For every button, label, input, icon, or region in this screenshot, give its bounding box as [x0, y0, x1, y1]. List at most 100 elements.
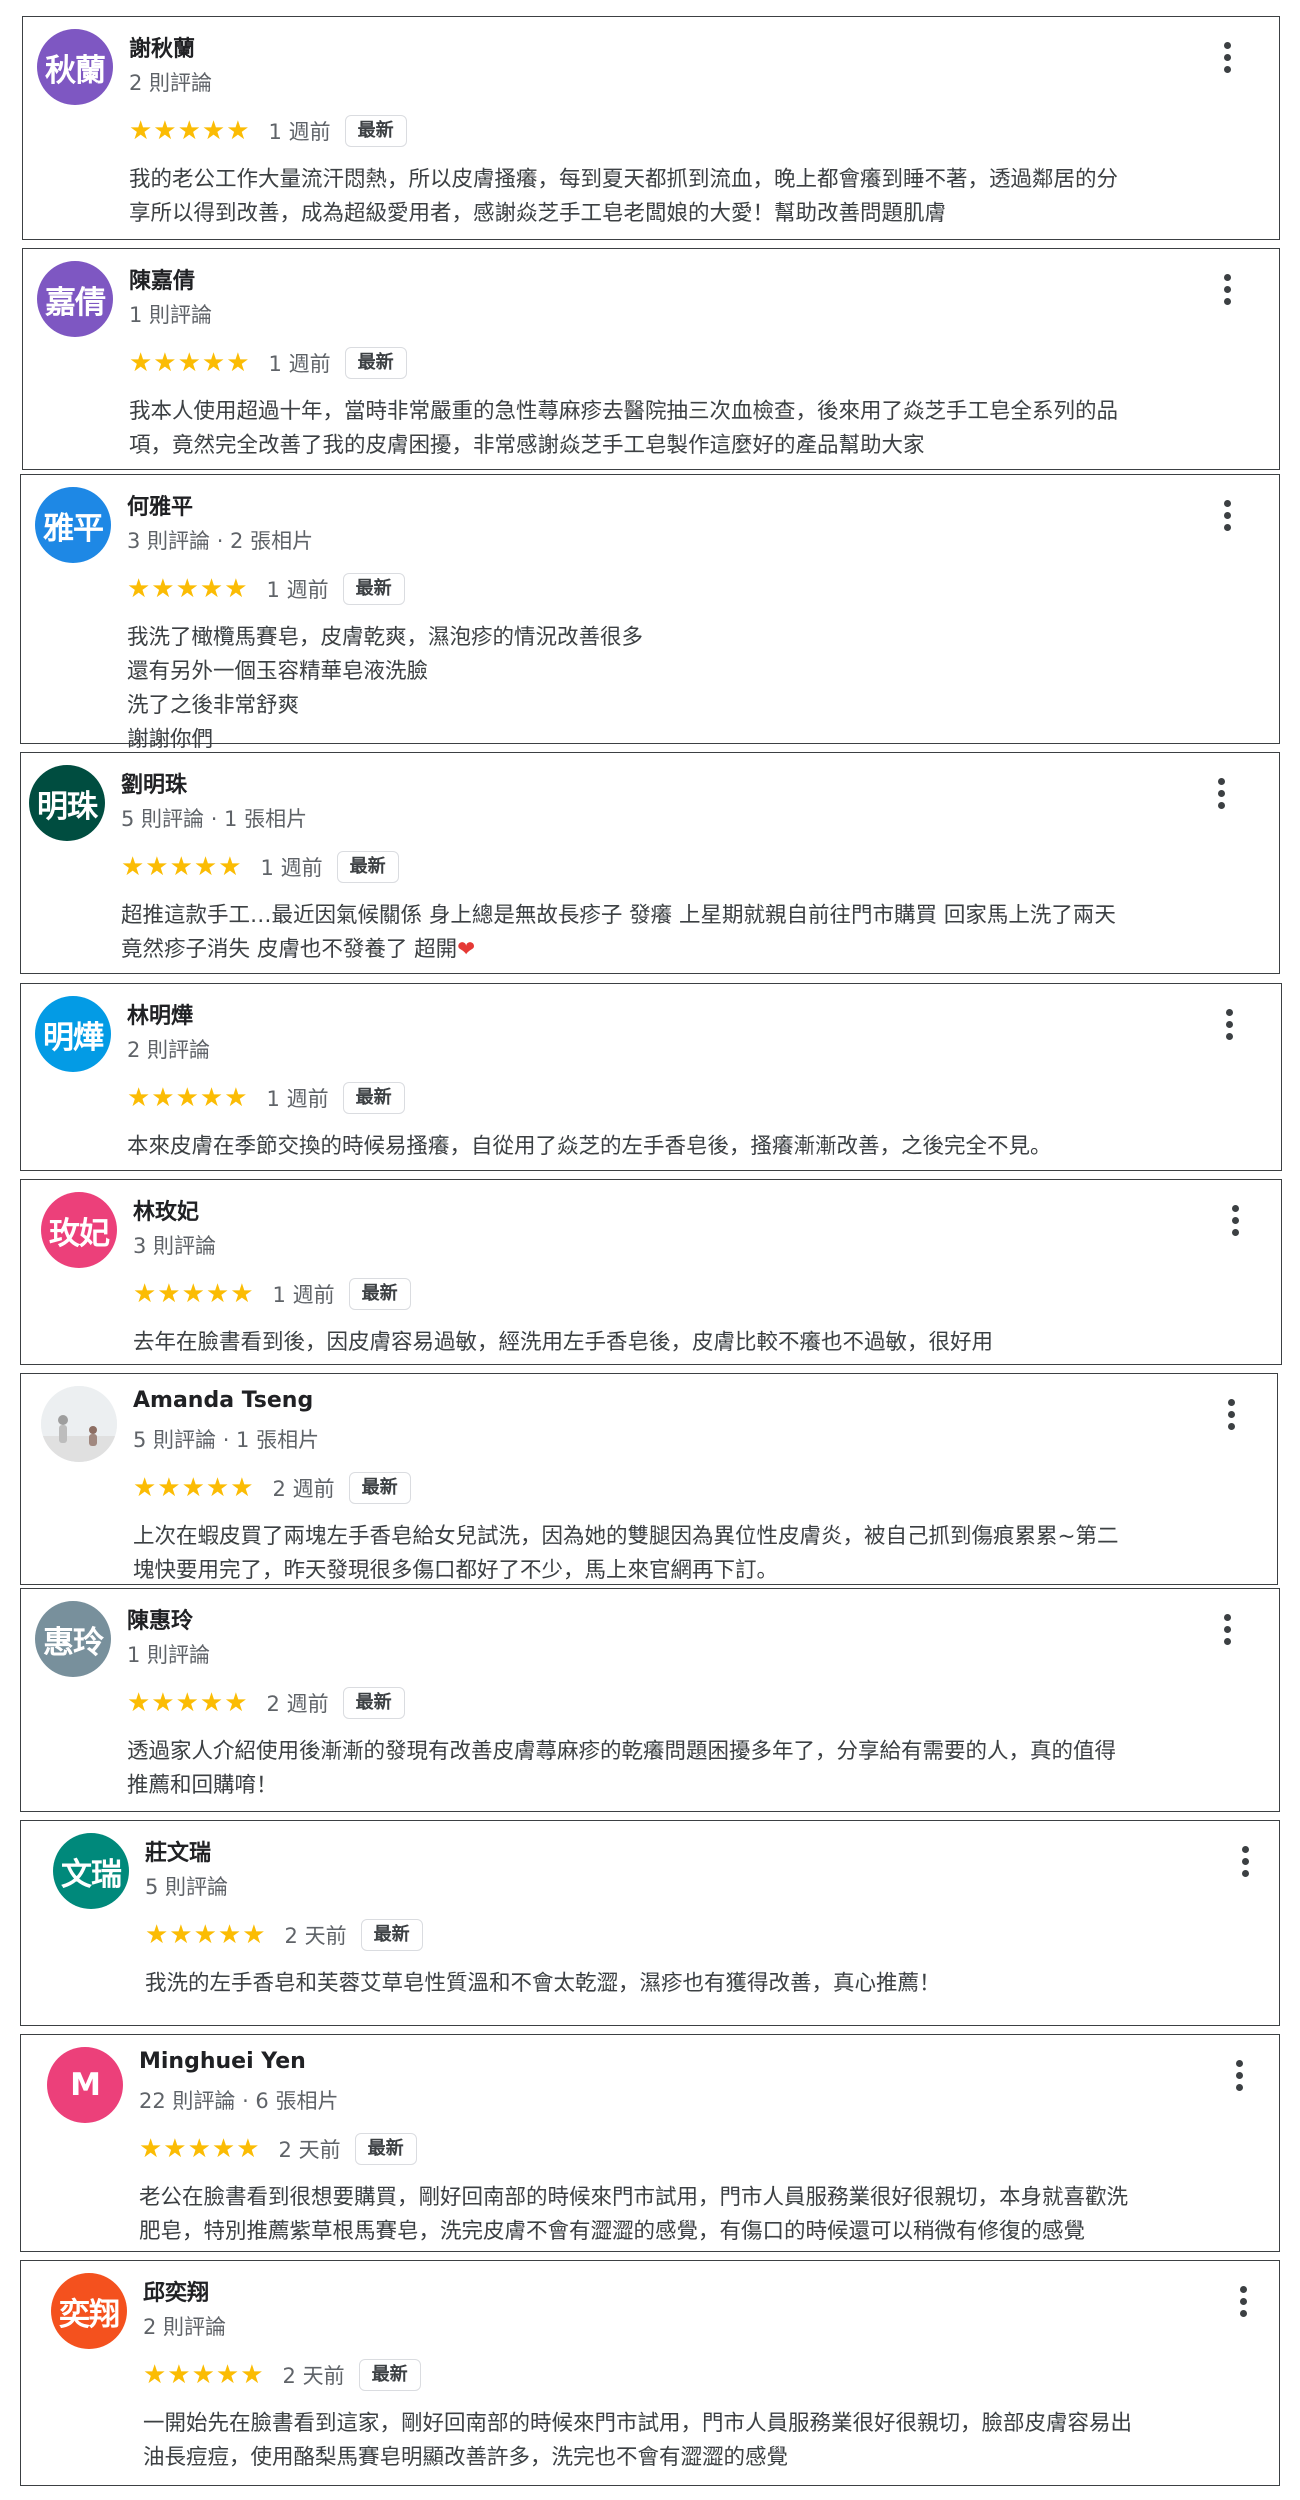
review-card: 雅平 何雅平 3 則評論 · 2 張相片 ★★★★★ 1 週前 最新 我洗了橄欖馬賽皂，皮膚…: [20, 474, 1280, 752]
avatar[interactable]: 秋蘭: [37, 29, 113, 105]
reviewer-meta: 2 則評論: [127, 1038, 211, 1062]
review-time: 2 週前: [266, 1692, 329, 1716]
rating-row: ★★★★★ 1 週前 最新: [129, 113, 407, 149]
reviewer-name[interactable]: 邱奕翔: [143, 2275, 209, 2307]
reviewer-meta: 5 則評論: [145, 1875, 229, 1899]
review-time: 2 天前: [278, 2138, 341, 2162]
review-text: 老公在臉書看到很想要購買，剛好回南部的時候來門市試用，門市人員服務業很好很親切，…: [139, 2181, 1261, 2249]
review-card: 奕翔 邱奕翔 2 則評論 ★★★★★ 2 天前 最新一開始先在臉書看到這家，剛好回南部的時…: [20, 2260, 1280, 2486]
more-options-icon[interactable]: [1217, 1004, 1241, 1044]
more-options-icon[interactable]: [1209, 773, 1233, 813]
rating-row: ★★★★★ 2 天前 最新: [143, 2357, 421, 2393]
review-text-body: 我本人使用超過十年，當時非常嚴重的急性蕁麻疹去醫院抽三次血檢查，後來用了焱芝手工…: [129, 399, 1119, 458]
star-rating-icon: ★★★★★: [133, 1279, 255, 1309]
review-text: 透過家人介紹使用後漸漸的發現有改善皮膚蕁麻疹的乾癢問題困擾多年了，分享給有需要的…: [127, 1735, 1261, 1803]
reviewer-name[interactable]: 謝秋蘭: [129, 31, 195, 63]
review-time: 1 週前: [268, 120, 331, 144]
rating-row: ★★★★★ 2 週前 最新: [127, 1685, 405, 1721]
avatar[interactable]: 玫妃: [41, 1192, 117, 1268]
review-text-body: 一開始先在臉書看到這家，剛好回南部的時候來門市試用，門市人員服務業很好很親切，臉…: [143, 2411, 1133, 2470]
rating-row: ★★★★★ 2 天前 最新: [145, 1917, 423, 1953]
avatar[interactable]: M: [47, 2047, 123, 2123]
more-options-icon[interactable]: [1215, 495, 1239, 535]
review-time: 1 週前: [260, 856, 323, 880]
review-text: 上次在蝦皮買了兩塊左手香皂給女兒試洗，因為她的雙腿因為異位性皮膚炎，被自己抓到傷…: [133, 1520, 1259, 1588]
review-text: 我洗了橄欖馬賽皂，皮膚乾爽，濕泡疹的情況改善很多 還有另外一個玉容精華皂液洗臉 …: [127, 621, 1261, 757]
star-rating-icon: ★★★★★: [127, 574, 249, 604]
star-rating-icon: ★★★★★: [129, 116, 251, 146]
newest-badge: 最新: [344, 115, 407, 147]
reviewer-name[interactable]: 林玫妃: [133, 1194, 199, 1226]
review-text-body: 上次在蝦皮買了兩塊左手香皂給女兒試洗，因為她的雙腿因為異位性皮膚炎，被自己抓到傷…: [133, 1524, 1119, 1583]
reviewer-meta: 5 則評論 · 1 張相片: [121, 807, 308, 831]
reviewer-meta: 22 則評論 · 6 張相片: [139, 2089, 339, 2113]
review-text-body: 去年在臉書看到後，因皮膚容易過敏，經洗用左手香皂後，皮膚比較不癢也不過敏，很好用: [133, 1330, 994, 1355]
reviewer-name[interactable]: 劉明珠: [121, 767, 187, 799]
more-options-icon[interactable]: [1215, 269, 1239, 309]
review-card: 明燁 林明燁 2 則評論 ★★★★★ 1 週前 最新 本來皮膚在季節交換的時候易搔癢，自從用…: [20, 983, 1282, 1171]
review-text-body: 透過家人介紹使用後漸漸的發現有改善皮膚蕁麻疹的乾癢問題困擾多年了，分享給有需要的…: [127, 1739, 1117, 1798]
rating-row: ★★★★★ 2 週前 最新: [133, 1470, 411, 1506]
reviewer-name[interactable]: Amanda Tseng: [133, 1388, 313, 1413]
avatar[interactable]: 明燁: [35, 996, 111, 1072]
avatar[interactable]: 雅平: [35, 487, 111, 563]
review-text-body: 我的老公工作大量流汗悶熱，所以皮膚搔癢，每到夏天都抓到流血，晚上都會癢到睡不著，…: [129, 167, 1119, 226]
avatar[interactable]: [41, 1386, 117, 1462]
more-options-icon[interactable]: [1223, 1200, 1247, 1240]
star-rating-icon: ★★★★★: [127, 1083, 249, 1113]
avatar[interactable]: 嘉倩: [37, 261, 113, 337]
avatar[interactable]: 文瑞: [53, 1833, 129, 1909]
newest-badge: 最新: [342, 1687, 405, 1719]
rating-row: ★★★★★ 2 天前 最新: [139, 2131, 417, 2167]
rating-row: ★★★★★ 1 週前 最新: [127, 1080, 405, 1116]
avatar[interactable]: 惠玲: [35, 1601, 111, 1677]
review-card: 嘉倩 陳嘉倩 1 則評論 ★★★★★ 1 週前 最新 我本人使用超過十年，當時非常嚴重的急性…: [22, 248, 1280, 470]
rating-row: ★★★★★ 1 週前 最新: [127, 571, 405, 607]
reviewer-name[interactable]: 何雅平: [127, 489, 193, 521]
star-rating-icon: ★★★★★: [133, 1473, 255, 1503]
review-card: 玫妃 林玫妃 3 則評論 ★★★★★ 1 週前 最新 去年在臉書看到後，因皮膚容易過敏，經洗…: [20, 1179, 1282, 1365]
more-options-icon[interactable]: [1219, 1394, 1243, 1434]
reviewer-name[interactable]: 林明燁: [127, 998, 193, 1030]
star-rating-icon: ★★★★★: [139, 2134, 261, 2164]
review-text: 我本人使用超過十年，當時非常嚴重的急性蕁麻疹去醫院抽三次血檢查，後來用了焱芝手工…: [129, 395, 1261, 463]
more-options-icon[interactable]: [1215, 1609, 1239, 1649]
review-time: 2 天前: [282, 2364, 345, 2388]
more-options-icon[interactable]: [1233, 1841, 1257, 1881]
newest-badge: 最新: [348, 1472, 411, 1504]
rating-row: ★★★★★ 1 週前 最新: [133, 1276, 411, 1312]
star-rating-icon: ★★★★★: [129, 348, 251, 378]
review-text: 去年在臉書看到後，因皮膚容易過敏，經洗用左手香皂後，皮膚比較不癢也不過敏，很好用: [133, 1326, 1263, 1360]
star-rating-icon: ★★★★★: [145, 1920, 267, 1950]
review-card: 惠玲 陳惠玲 1 則評論 ★★★★★ 2 週前 最新 透過家人介紹使用後漸漸的發現有改善皮膚…: [20, 1588, 1280, 1812]
more-options-icon[interactable]: [1227, 2055, 1251, 2095]
more-options-icon[interactable]: [1231, 2281, 1255, 2321]
newest-badge: 最新: [360, 1919, 423, 1951]
newest-badge: 最新: [348, 1278, 411, 1310]
avatar[interactable]: 明珠: [29, 765, 105, 841]
review-time: 1 週前: [266, 1087, 329, 1111]
review-text-body: 我洗的左手香皂和芙蓉艾草皂性質溫和不會太乾澀，濕疹也有獲得改善，真心推薦！: [145, 1971, 941, 1996]
more-options-icon[interactable]: [1215, 37, 1239, 77]
reviewer-name[interactable]: 陳嘉倩: [129, 263, 195, 295]
review-time: 2 週前: [272, 1477, 335, 1501]
review-text-body: 本來皮膚在季節交換的時候易搔癢，自從用了焱芝的左手香皂後，搔癢漸漸改善，之後完全…: [127, 1134, 1052, 1159]
review-card: 文瑞 莊文瑞 5 則評論 ★★★★★ 2 天前 最新我洗的左手香皂和芙蓉艾草皂性質溫和不會…: [20, 1820, 1280, 2026]
heart-emoji-icon: ❤: [457, 937, 476, 962]
star-rating-icon: ★★★★★: [127, 1688, 249, 1718]
reviewer-meta: 2 則評論: [129, 71, 213, 95]
rating-row: ★★★★★ 1 週前 最新: [129, 345, 407, 381]
reviewer-name[interactable]: Minghuei Yen: [139, 2049, 306, 2074]
review-time: 1 週前: [272, 1283, 335, 1307]
review-time: 1 週前: [266, 578, 329, 602]
review-card: Amanda Tseng 5 則評論 · 1 張相片 ★★★★★ 2 週前 最新 上次在蝦…: [20, 1373, 1278, 1585]
review-card: 秋蘭 謝秋蘭 2 則評論 ★★★★★ 1 週前 最新我的老公工作大量流汗悶熱，所以皮膚搔癢…: [22, 16, 1280, 240]
reviewer-name[interactable]: 陳惠玲: [127, 1603, 193, 1635]
review-text: 一開始先在臉書看到這家，剛好回南部的時候來門市試用，門市人員服務業很好很親切，臉…: [143, 2407, 1261, 2475]
avatar[interactable]: 奕翔: [51, 2273, 127, 2349]
newest-badge: 最新: [336, 851, 399, 883]
newest-badge: 最新: [342, 573, 405, 605]
reviewer-meta: 2 則評論: [143, 2315, 227, 2339]
review-time: 2 天前: [284, 1924, 347, 1948]
reviewer-name[interactable]: 莊文瑞: [145, 1835, 211, 1867]
